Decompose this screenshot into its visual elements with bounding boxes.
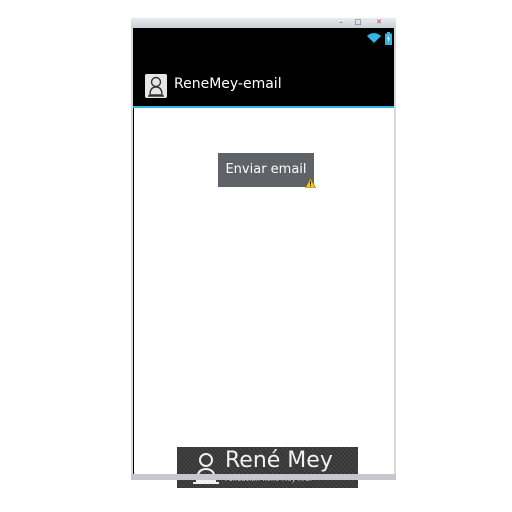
send-email-button[interactable]: Enviar email	[218, 153, 314, 187]
app-title: ReneMey-email	[174, 76, 282, 92]
maximize-button[interactable]: □	[353, 19, 363, 26]
rene-mey-logo-icon[interactable]	[145, 74, 167, 98]
rene-mey-banner: René Mey Fundación René Mey A.C.	[177, 447, 358, 488]
main-content: Enviar email René Mey Fundación René Mey…	[133, 108, 394, 488]
window-bottom-frame	[131, 474, 396, 480]
battery-charging-icon	[385, 31, 392, 45]
window-title-bar: – □ ✕	[131, 18, 396, 28]
warning-icon	[305, 178, 316, 188]
status-bar	[133, 28, 394, 64]
close-button[interactable]: ✕	[374, 19, 384, 26]
wifi-icon	[367, 33, 381, 43]
emulator-window: – □ ✕ ReneMey-email Enviar email René Me…	[131, 18, 396, 488]
minimize-button[interactable]: –	[336, 19, 346, 26]
banner-title: René Mey	[225, 448, 333, 473]
action-bar: ReneMey-email	[133, 64, 394, 108]
rene-mey-logo-icon	[193, 453, 219, 484]
